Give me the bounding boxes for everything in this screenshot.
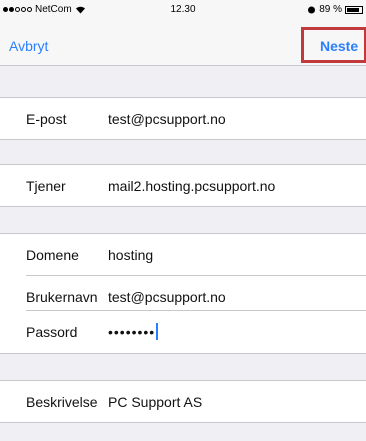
email-label: E-post	[26, 111, 67, 127]
password-row[interactable]: Passord ••••••••	[0, 311, 366, 354]
account-setup-screen: NetCom 12.30 89 % Avbryt Neste E-post te…	[0, 0, 366, 441]
server-field[interactable]: mail2.hosting.pcsupport.no	[108, 178, 275, 194]
password-field[interactable]: ••••••••	[108, 323, 159, 340]
server-row[interactable]: Tjener mail2.hosting.pcsupport.no	[0, 164, 366, 207]
domain-label: Domene	[26, 247, 79, 263]
password-mask: ••••••••	[108, 324, 156, 340]
cancel-button[interactable]: Avbryt	[9, 38, 48, 54]
navigation-bar: Avbryt Neste	[0, 20, 366, 66]
status-right: 89 %	[307, 4, 363, 15]
username-field[interactable]: test@pcsupport.no	[108, 289, 226, 305]
battery-icon	[345, 5, 363, 14]
alarm-icon	[308, 6, 316, 14]
email-field[interactable]: test@pcsupport.no	[108, 111, 226, 127]
text-cursor	[156, 323, 159, 340]
description-label: Beskrivelse	[26, 394, 98, 410]
battery-percent: 89 %	[319, 4, 342, 15]
domain-field[interactable]: hosting	[108, 247, 153, 263]
username-label: Brukernavn	[26, 289, 98, 305]
password-label: Passord	[26, 324, 78, 340]
description-field[interactable]: PC Support AS	[108, 394, 202, 410]
next-button[interactable]: Neste	[320, 38, 358, 54]
email-row[interactable]: E-post test@pcsupport.no	[0, 97, 366, 140]
status-bar: NetCom 12.30 89 %	[0, 0, 366, 20]
description-row[interactable]: Beskrivelse PC Support AS	[0, 380, 366, 423]
server-label: Tjener	[26, 178, 66, 194]
domain-row[interactable]: Domene hosting	[0, 233, 366, 276]
battery-fill	[347, 7, 360, 12]
